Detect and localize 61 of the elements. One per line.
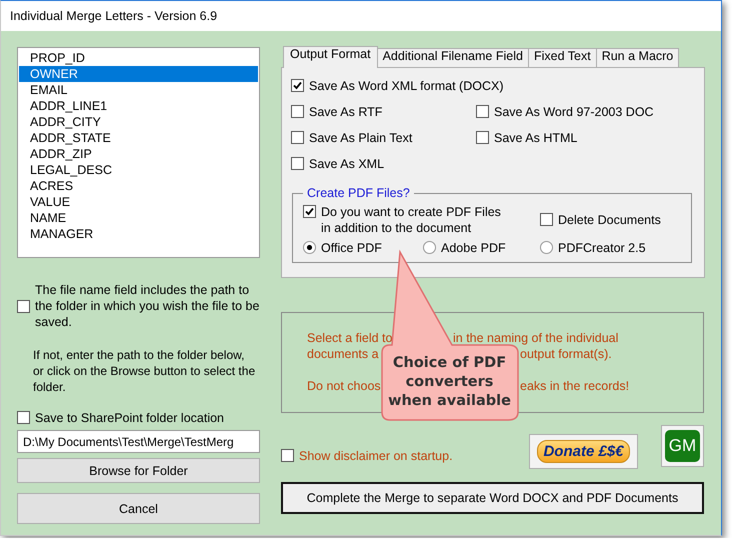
info-text: eaks in the records! <box>520 378 630 394</box>
callout-text: Choice of PDF converters when available <box>387 354 512 411</box>
tab[interactable]: Output Format <box>283 46 378 68</box>
list-item[interactable]: OWNER <box>19 66 258 82</box>
info-text: documents a <box>307 346 379 362</box>
list-item[interactable]: NAME <box>19 210 258 226</box>
list-item[interactable]: EMAIL <box>19 82 258 98</box>
info-text: Select a field to <box>307 330 392 346</box>
list-item[interactable]: PROP_ID <box>19 50 258 66</box>
checkbox[interactable] <box>303 205 316 218</box>
checkbox-label: Save As Word XML format (DOCX) <box>309 78 504 94</box>
radio-button[interactable] <box>540 241 553 254</box>
checkbox[interactable] <box>540 213 553 226</box>
tab[interactable]: Run a Macro <box>596 48 680 68</box>
radio-button[interactable] <box>423 241 436 254</box>
checkbox-label: Save As RTF <box>309 104 382 120</box>
checkbox-label: Delete Documents <box>558 212 661 228</box>
list-item[interactable]: ADDR_CITY <box>19 114 258 130</box>
checkbox-label: Do you want to create PDF Files in addition to the document <box>321 204 502 236</box>
folder-path-field[interactable]: D:\My Documents\Test\Merge\TestMerg <box>17 430 260 453</box>
group-title: Create PDF Files? <box>306 186 411 200</box>
info-text: Do not choos <box>307 378 381 394</box>
donate-button[interactable]: Donate £$€ <box>529 434 638 469</box>
list-item[interactable]: ACRES <box>19 178 258 194</box>
checkbox[interactable] <box>291 157 304 170</box>
list-item[interactable]: ADDR_ZIP <box>19 146 258 162</box>
instruction-text: If not, enter the path to the folder below, or click on the Browse button to select the folder. <box>33 347 256 395</box>
checkbox[interactable] <box>476 131 489 144</box>
checkbox-label: Show disclaimer on startup. <box>299 448 453 464</box>
checkbox[interactable] <box>17 300 30 313</box>
checkbox[interactable] <box>17 411 30 424</box>
checkbox-label: Save As Plain Text <box>309 130 412 146</box>
checkbox-label: Save As Word 97-2003 DOC <box>494 104 654 120</box>
cancel-button[interactable]: Cancel <box>17 493 260 524</box>
list-item[interactable]: MANAGER <box>19 226 258 242</box>
checkbox-label: Save to SharePoint folder location <box>35 410 224 426</box>
tab[interactable]: Additional Filename Field <box>376 48 529 68</box>
checkbox-label: The file name field includes the path to the folder in which you wish the file to be saved. <box>35 282 260 330</box>
checkbox[interactable] <box>291 131 304 144</box>
info-text: output format(s). <box>520 346 612 362</box>
field-list[interactable]: PROP_ID OWNER EMAIL ADDR_LINE1 ADDR_CITY ADDR_STATE ADDR_ZIP LEGAL_DESC ACRES VALUE NAME MANAGER <box>17 47 260 258</box>
list-item[interactable]: VALUE <box>19 194 258 210</box>
window-title: Individual Merge Letters - Version 6.9 <box>10 9 218 23</box>
checkbox-label: Save As HTML <box>494 130 578 146</box>
checkbox-label: Save As XML <box>309 156 384 172</box>
complete-merge-button[interactable]: Complete the Merge to separate Word DOCX and PDF Documents <box>281 482 704 514</box>
list-item[interactable]: ADDR_STATE <box>19 130 258 146</box>
radio-button[interactable] <box>303 241 316 254</box>
checkbox[interactable] <box>476 105 489 118</box>
checkbox[interactable] <box>281 449 294 462</box>
list-item[interactable]: ADDR_LINE1 <box>19 98 258 114</box>
gm-button[interactable]: GM <box>661 425 704 467</box>
browse-button[interactable]: Browse for Folder <box>17 458 260 483</box>
tab[interactable]: Fixed Text <box>528 48 597 68</box>
radio-label: PDFCreator 2.5 <box>558 240 646 256</box>
info-text: in the naming of the individual <box>453 330 618 346</box>
checkbox[interactable] <box>291 79 304 92</box>
checkbox[interactable] <box>291 105 304 118</box>
radio-label: Adobe PDF <box>441 240 506 256</box>
list-item[interactable]: LEGAL_DESC <box>19 162 258 178</box>
radio-label: Office PDF <box>321 240 382 256</box>
